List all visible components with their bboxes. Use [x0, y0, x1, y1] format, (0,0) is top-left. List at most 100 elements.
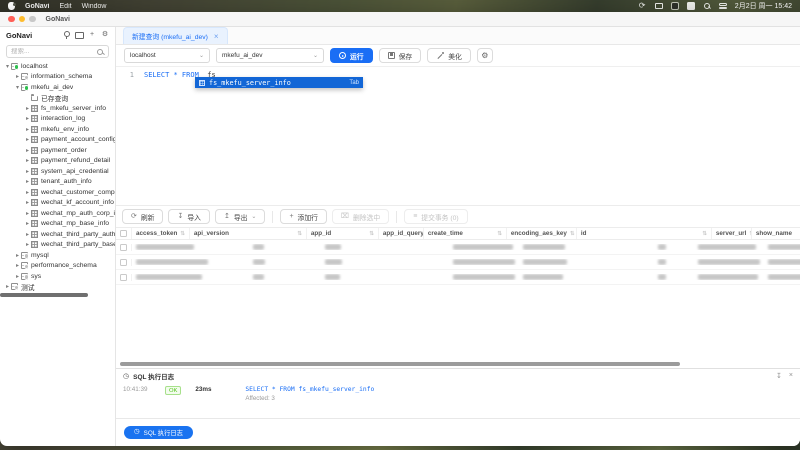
disclosure-arrow-icon[interactable]: [24, 189, 31, 196]
sort-icon[interactable]: ⇅: [699, 231, 707, 237]
tree-item[interactable]: localhost: [0, 61, 115, 72]
menubar-menu[interactable]: Edit: [60, 3, 72, 10]
disclosure-arrow-icon[interactable]: [24, 220, 31, 227]
tree-item[interactable]: payment_refund_detail: [0, 156, 115, 167]
status-app-icon[interactable]: [671, 2, 679, 10]
tree-item[interactable]: payment_account_config: [0, 135, 115, 146]
autocomplete-popup[interactable]: fs_mkefu_server_info Tab: [195, 77, 363, 88]
tree-item[interactable]: payment_order: [0, 145, 115, 156]
disclosure-arrow-icon[interactable]: [14, 84, 21, 91]
disclosure-arrow-icon[interactable]: [24, 136, 31, 143]
display-icon[interactable]: [655, 3, 663, 9]
import-button[interactable]: ↧导入: [168, 209, 209, 224]
add-row-button[interactable]: +添加行: [280, 209, 326, 224]
apple-logo-icon[interactable]: [8, 2, 15, 10]
disclosure-arrow-icon[interactable]: [24, 147, 31, 154]
tree-item[interactable]: wechat_kf_account_info: [0, 198, 115, 209]
table-row[interactable]: [116, 255, 800, 270]
tree-item[interactable]: wechat_mp_base_info: [0, 219, 115, 230]
menubar-menu[interactable]: GoNavi: [25, 3, 50, 10]
spotlight-search-icon[interactable]: [703, 3, 711, 10]
disclosure-arrow-icon[interactable]: [24, 231, 31, 238]
input-method-icon[interactable]: [687, 2, 695, 10]
row-checkbox[interactable]: [120, 244, 127, 251]
row-checkbox[interactable]: [120, 274, 127, 281]
sort-icon[interactable]: ⇅: [294, 231, 302, 237]
sort-icon[interactable]: ⇅: [177, 231, 185, 237]
gear-icon[interactable]: ⚙: [101, 31, 109, 39]
tree-item[interactable]: tenant_auth_info: [0, 177, 115, 188]
minimize-window-button[interactable]: [19, 16, 26, 23]
tab-close-icon[interactable]: ×: [214, 32, 219, 41]
tree-item[interactable]: interaction_log: [0, 114, 115, 125]
disclosure-arrow-icon[interactable]: [24, 241, 31, 248]
column-header[interactable]: create_time ⇅: [424, 228, 507, 239]
query-settings-button[interactable]: ⚙: [477, 48, 493, 63]
close-window-button[interactable]: [8, 16, 15, 23]
disclosure-arrow-icon[interactable]: [14, 73, 21, 80]
commit-transaction-button[interactable]: ≡提交事务 (0): [404, 209, 467, 224]
tree-item[interactable]: 测试: [0, 282, 115, 293]
results-horizontal-scrollbar[interactable]: [116, 360, 800, 368]
zoom-window-button[interactable]: [29, 16, 36, 23]
row-checkbox[interactable]: [120, 259, 127, 266]
delete-selected-button[interactable]: ⌧删除选中: [332, 209, 389, 224]
disclosure-arrow-icon[interactable]: [24, 157, 31, 164]
disclosure-arrow-icon[interactable]: [4, 63, 11, 70]
tree-item[interactable]: mkefu_ai_dev: [0, 82, 115, 93]
column-header[interactable]: app_id ⇅: [307, 228, 379, 239]
disclosure-arrow-icon[interactable]: [24, 115, 31, 122]
tree-item[interactable]: 已存查询: [0, 93, 115, 104]
run-button[interactable]: 运行: [330, 48, 373, 63]
table-row[interactable]: [116, 270, 800, 285]
menubar-clock[interactable]: 2月2日 周一 15:42: [735, 1, 792, 11]
column-header[interactable]: id ⇅: [577, 228, 712, 239]
disclosure-arrow-icon[interactable]: [24, 199, 31, 206]
sort-icon[interactable]: ⇅: [366, 231, 374, 237]
autocomplete-suggestion[interactable]: fs_mkefu_server_info: [209, 79, 291, 87]
disclosure-arrow-icon[interactable]: [24, 105, 31, 112]
query-tab[interactable]: 新建查询 (mkefu_ai_dev) ×: [123, 27, 228, 44]
disclosure-arrow-icon[interactable]: [24, 168, 31, 175]
disclosure-arrow-icon[interactable]: [14, 273, 21, 280]
tree-item[interactable]: wechat_third_party_base_info: [0, 240, 115, 251]
sql-log-toggle-button[interactable]: ◷ SQL 执行日志: [124, 426, 193, 439]
tree-item[interactable]: mkefu_env_info: [0, 124, 115, 135]
tip-icon[interactable]: [62, 31, 70, 39]
disclosure-arrow-icon[interactable]: [24, 178, 31, 185]
column-header[interactable]: show_name ⇅: [752, 228, 800, 239]
beautify-button[interactable]: 美化: [427, 48, 471, 63]
disclosure-arrow-icon[interactable]: [24, 210, 31, 217]
sort-icon[interactable]: ⇅: [494, 231, 502, 237]
disclosure-arrow-icon[interactable]: [4, 283, 11, 290]
save-button[interactable]: 保存: [379, 48, 422, 63]
disclosure-arrow-icon[interactable]: [24, 126, 31, 133]
log-close-icon[interactable]: ×: [789, 372, 793, 380]
menubar-menu[interactable]: Window: [82, 3, 107, 10]
sql-editor[interactable]: 1 SELECT * FROM fs fs_mkefu_server_info …: [116, 67, 800, 206]
sync-icon[interactable]: [639, 3, 647, 10]
tree-item[interactable]: sys: [0, 271, 115, 282]
tree-item[interactable]: performance_schema: [0, 261, 115, 272]
tree-item[interactable]: system_api_credential: [0, 166, 115, 177]
database-select[interactable]: mkefu_ai_dev ⌄: [216, 48, 324, 63]
tree-item[interactable]: wechat_mp_auth_corp_info: [0, 208, 115, 219]
connection-select[interactable]: localhost ⌄: [124, 48, 210, 63]
tree-item[interactable]: fs_mkefu_server_info: [0, 103, 115, 114]
tree-item[interactable]: information_schema: [0, 72, 115, 83]
sort-icon[interactable]: ⇅: [567, 231, 575, 237]
table-row[interactable]: [116, 240, 800, 255]
select-all-checkbox[interactable]: [120, 230, 127, 237]
log-export-icon[interactable]: ↧: [776, 372, 782, 380]
sidebar-search[interactable]: [6, 45, 109, 58]
disclosure-arrow-icon[interactable]: [14, 252, 21, 259]
control-center-icon[interactable]: [719, 3, 727, 10]
column-header[interactable]: encoding_aes_key ⇅: [507, 228, 577, 239]
monitor-icon[interactable]: [75, 31, 83, 39]
export-button[interactable]: ↥导出⌄: [215, 209, 266, 224]
column-header[interactable]: app_id_query ⇅: [379, 228, 424, 239]
column-header[interactable]: server_url ⇅: [712, 228, 752, 239]
window-titlebar[interactable]: GoNavi: [0, 12, 800, 27]
column-header[interactable]: access_token ⇅: [132, 228, 190, 239]
tree-item[interactable]: wechat_third_party_auth_info: [0, 229, 115, 240]
